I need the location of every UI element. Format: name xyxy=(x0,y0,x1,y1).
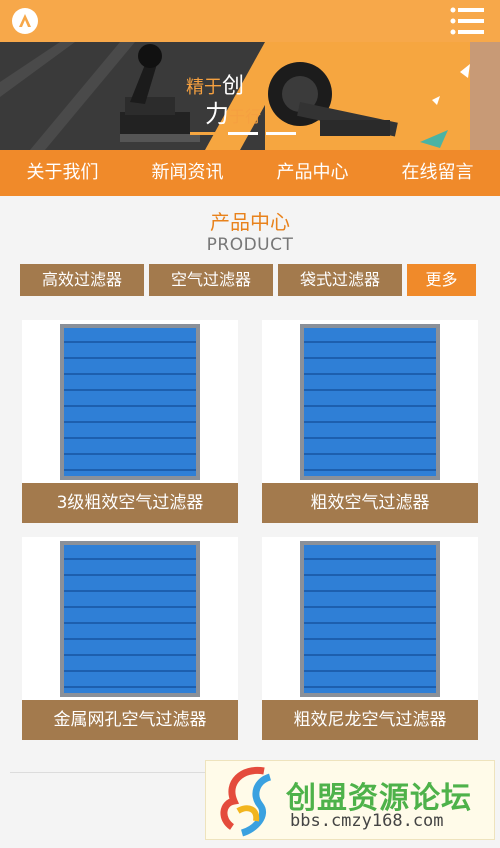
banner[interactable]: 精于创 力于行 xyxy=(0,42,500,150)
category-air-filter[interactable]: 空气过滤器 xyxy=(149,264,273,296)
top-bar xyxy=(0,0,500,42)
watermark-url: bbs.cmzy168.com xyxy=(290,811,444,831)
product-card-4[interactable]: 粗效尼龙空气过滤器 xyxy=(262,537,478,740)
category-more-button[interactable]: 更多 xyxy=(407,264,476,296)
product-image-3 xyxy=(60,541,200,697)
logo-icon[interactable] xyxy=(12,8,38,34)
slogan-line2-a: 力 xyxy=(205,100,229,128)
nav-item-products[interactable]: 产品中心 xyxy=(250,150,375,196)
section-title: 产品中心 xyxy=(210,210,290,234)
nav-item-message[interactable]: 在线留言 xyxy=(375,150,500,196)
banner-slogan-line2: 力于行 xyxy=(205,94,261,129)
slogan-line2-b: 于行 xyxy=(229,107,262,126)
category-tabs: 高效过滤器 空气过滤器 袋式过滤器 更多 xyxy=(20,264,476,296)
main-nav: 关于我们 新闻资讯 产品中心 在线留言 xyxy=(0,150,500,196)
product-name-2: 粗效空气过滤器 xyxy=(262,483,478,523)
nav-item-about[interactable]: 关于我们 xyxy=(0,150,125,196)
product-card-2[interactable]: 粗效空气过滤器 xyxy=(262,320,478,523)
watermark-logo-icon xyxy=(220,766,272,837)
product-name-4: 粗效尼龙空气过滤器 xyxy=(262,700,478,740)
product-image-2 xyxy=(300,324,440,480)
category-bag-filter[interactable]: 袋式过滤器 xyxy=(278,264,402,296)
nav-item-news[interactable]: 新闻资讯 xyxy=(125,150,250,196)
product-image-4 xyxy=(300,541,440,697)
category-hepa-filter[interactable]: 高效过滤器 xyxy=(20,264,144,296)
product-card-1[interactable]: 3级粗效空气过滤器 xyxy=(22,320,238,523)
product-name-1: 3级粗效空气过滤器 xyxy=(22,483,238,523)
watermark: 创盟资源论坛 bbs.cmzy168.com xyxy=(205,760,495,840)
section-subtitle: PRODUCT xyxy=(206,235,294,255)
menu-icon[interactable] xyxy=(450,6,484,36)
product-card-3[interactable]: 金属网孔空气过滤器 xyxy=(22,537,238,740)
product-name-3: 金属网孔空气过滤器 xyxy=(22,700,238,740)
product-image-1 xyxy=(60,324,200,480)
